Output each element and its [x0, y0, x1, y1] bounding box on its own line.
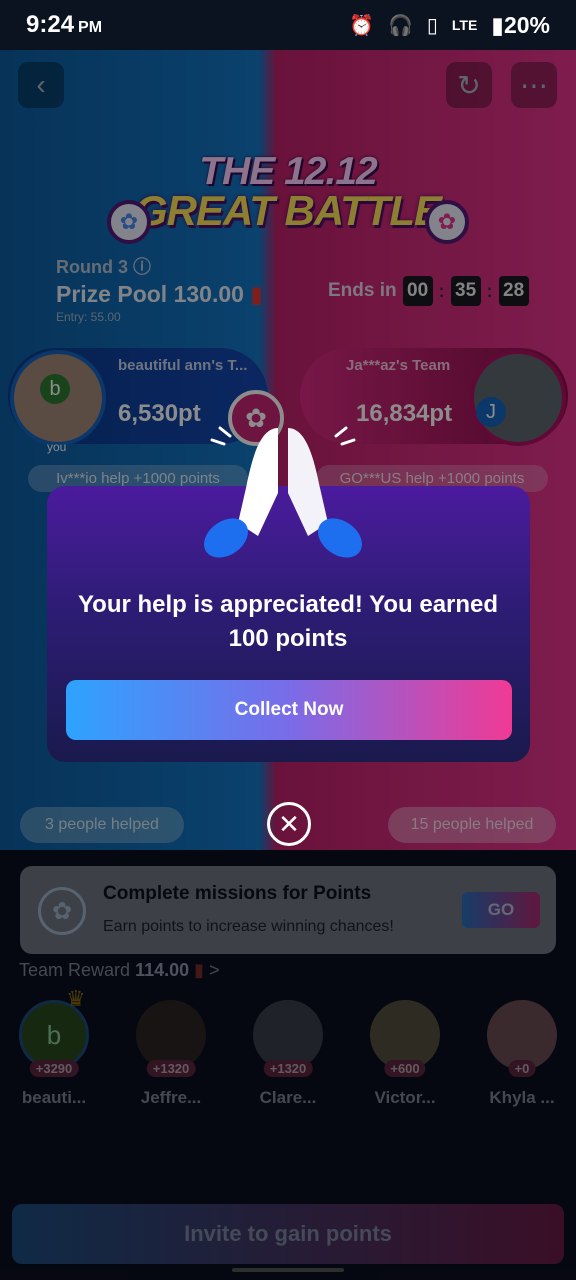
- praying-hands-icon: [204, 426, 362, 558]
- close-modal-button[interactable]: ✕: [267, 802, 311, 846]
- clock-ampm: PM: [78, 19, 103, 36]
- collect-now-button[interactable]: Collect Now: [66, 680, 512, 740]
- status-time: 9:24 PM: [26, 11, 102, 39]
- modal-message: Your help is appreciated! You earned 100…: [77, 591, 499, 652]
- status-bar: 9:24 PM ⏰ 🎧 ▯ LTE ▮20%: [0, 0, 576, 50]
- app-root: 9:24 PM ⏰ 🎧 ▯ LTE ▮20% ‹ ↻ ⋯ THE 12.12 GR…: [0, 0, 576, 1280]
- vibrate-icon: ▯: [426, 14, 438, 37]
- signal-icon: LTE: [451, 17, 478, 33]
- close-icon: ✕: [278, 808, 300, 839]
- clock-text: 9:24: [26, 11, 75, 38]
- headphones-icon: 🎧: [387, 14, 413, 37]
- battery-indicator: ▮20%: [491, 12, 550, 39]
- status-icons: ⏰ 🎧 ▯ LTE ▮20%: [349, 12, 550, 39]
- alarm-icon: ⏰: [349, 14, 374, 37]
- battery-icon: ▮: [491, 11, 504, 38]
- battery-percent: 20%: [503, 11, 550, 38]
